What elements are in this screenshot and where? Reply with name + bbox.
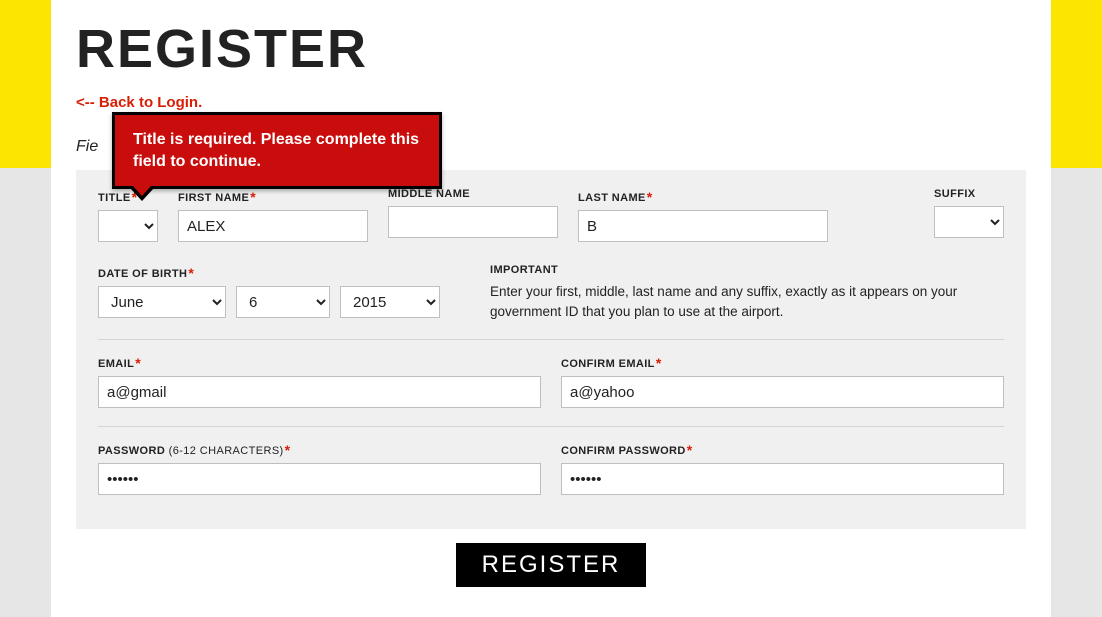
title-select[interactable]: [98, 210, 158, 242]
register-form: Title is required. Please complete this …: [76, 170, 1026, 529]
register-button[interactable]: REGISTER: [456, 543, 647, 587]
email-field: EMAIL*: [98, 354, 541, 408]
section-divider: [98, 339, 1004, 340]
required-asterisk: *: [285, 442, 291, 458]
section-divider: [98, 426, 1004, 427]
dob-month-select[interactable]: June: [98, 286, 226, 318]
important-heading: IMPORTANT: [490, 264, 1004, 276]
middle-name-field: MIDDLE NAME: [388, 188, 558, 242]
brand-stripe-left: [0, 0, 51, 168]
suffix-field: SUFFIX: [934, 188, 1004, 242]
error-tooltip: Title is required. Please complete this …: [112, 112, 442, 189]
confirm-password-input[interactable]: [561, 463, 1004, 495]
password-input[interactable]: [98, 463, 541, 495]
required-asterisk: *: [687, 442, 693, 458]
first-name-input[interactable]: [178, 210, 368, 242]
last-name-label: LAST NAME*: [578, 188, 828, 204]
brand-stripe-right: [1051, 0, 1102, 168]
suffix-select[interactable]: [934, 206, 1004, 238]
middle-name-input[interactable]: [388, 206, 558, 238]
confirm-email-field: CONFIRM EMAIL*: [561, 354, 1004, 408]
page-surface: REGISTER <-- Back to Login. Fie Title is…: [51, 0, 1051, 617]
first-name-label: FIRST NAME*: [178, 188, 368, 204]
password-field: PASSWORD (6-12 CHARACTERS)*: [98, 441, 541, 495]
email-input[interactable]: [98, 376, 541, 408]
last-name-field: LAST NAME*: [578, 188, 828, 242]
confirm-password-field: CONFIRM PASSWORD*: [561, 441, 1004, 495]
required-asterisk: *: [135, 355, 141, 371]
page-title: REGISTER: [76, 18, 1026, 80]
important-body: Enter your first, middle, last name and …: [490, 282, 1004, 321]
email-label: EMAIL*: [98, 354, 541, 370]
back-to-login-link[interactable]: <-- Back to Login.: [76, 94, 202, 111]
dob-label: DATE OF BIRTH*: [98, 264, 440, 280]
dob-year-select[interactable]: 2015: [340, 286, 440, 318]
suffix-label: SUFFIX: [934, 188, 1004, 200]
confirm-password-label: CONFIRM PASSWORD*: [561, 441, 1004, 457]
dob-field: DATE OF BIRTH* June 6 2015: [98, 264, 440, 321]
confirm-email-label: CONFIRM EMAIL*: [561, 354, 1004, 370]
important-note: IMPORTANT Enter your first, middle, last…: [490, 264, 1004, 321]
required-asterisk: *: [250, 189, 256, 205]
dob-day-select[interactable]: 6: [236, 286, 330, 318]
first-name-field: FIRST NAME*: [178, 188, 368, 242]
last-name-input[interactable]: [578, 210, 828, 242]
required-asterisk: *: [188, 265, 194, 281]
password-label: PASSWORD (6-12 CHARACTERS)*: [98, 441, 541, 457]
middle-name-label: MIDDLE NAME: [388, 188, 558, 200]
confirm-email-input[interactable]: [561, 376, 1004, 408]
required-asterisk: *: [656, 355, 662, 371]
required-asterisk: *: [647, 189, 653, 205]
